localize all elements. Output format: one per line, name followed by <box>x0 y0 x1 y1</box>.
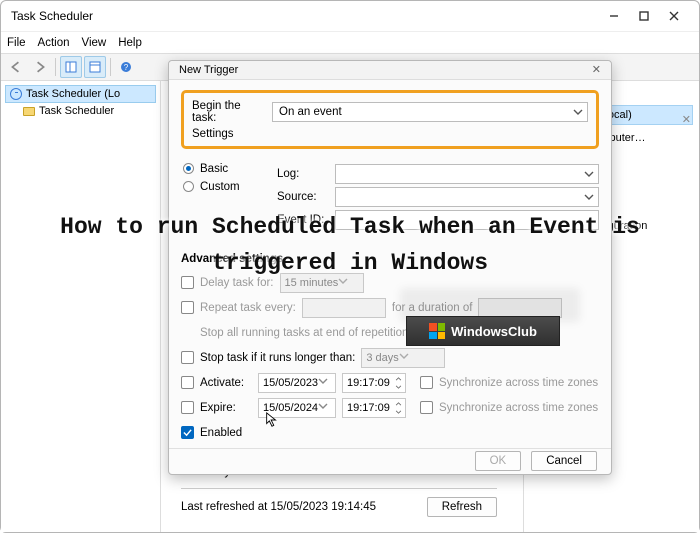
radio-basic[interactable]: Basic <box>183 163 269 175</box>
stop-if-value-select[interactable]: 3 days <box>361 348 445 368</box>
divider <box>181 488 497 489</box>
repeat-label: Repeat task every: <box>200 302 296 314</box>
menu-view[interactable]: View <box>82 37 107 49</box>
radio-custom[interactable]: Custom <box>183 181 269 193</box>
sync-tz-checkbox-2[interactable] <box>420 401 433 414</box>
last-refreshed: Last refreshed at 15/05/2023 19:14:45 <box>181 501 376 513</box>
sync-tz-checkbox-1[interactable] <box>420 376 433 389</box>
scheduler-icon <box>10 88 22 100</box>
brand-badge: WindowsClub <box>406 316 560 346</box>
tree-child-label: Task Scheduler <box>39 105 114 117</box>
toolbar-divider <box>110 58 111 76</box>
expire-label: Expire: <box>200 402 252 414</box>
delay-checkbox[interactable] <box>181 276 194 289</box>
close-button[interactable] <box>659 4 689 28</box>
spinner-icon[interactable] <box>392 375 404 392</box>
window-title: Task Scheduler <box>11 9 93 23</box>
tree-child-library[interactable]: Task Scheduler <box>5 103 156 119</box>
nav-fwd-button[interactable] <box>29 56 51 78</box>
activate-checkbox[interactable] <box>181 376 194 389</box>
settings-label: Settings <box>192 128 588 140</box>
enabled-label: Enabled <box>200 427 242 439</box>
source-select[interactable] <box>335 187 599 207</box>
sync-tz-label-2: Synchronize across time zones <box>439 402 598 414</box>
toolbar-divider <box>55 58 56 76</box>
mouse-cursor-icon <box>265 412 279 431</box>
svg-text:?: ? <box>124 63 129 72</box>
folder-icon <box>23 107 35 116</box>
chevron-down-icon <box>584 169 594 182</box>
minimize-button[interactable] <box>599 4 629 28</box>
menu-file[interactable]: File <box>7 37 26 49</box>
chevron-down-icon <box>318 401 328 414</box>
tree-root[interactable]: Task Scheduler (Lo <box>5 85 156 103</box>
dialog-close-icon[interactable]: ✕ <box>592 63 601 76</box>
tree-root-label: Task Scheduler (Lo <box>26 88 120 100</box>
expire-time-input[interactable]: 19:17:09 <box>342 398 406 418</box>
menu-action[interactable]: Action <box>38 37 70 49</box>
activate-date-input[interactable]: 15/05/2023 <box>258 373 336 393</box>
repeat-duration-select[interactable] <box>478 298 562 318</box>
delay-label: Delay task for: <box>200 277 274 289</box>
chevron-down-icon <box>318 376 328 389</box>
menu-help[interactable]: Help <box>118 37 142 49</box>
event-id-input[interactable] <box>335 210 599 230</box>
nav-back-button[interactable] <box>5 56 27 78</box>
radio-dot-off <box>183 181 194 192</box>
repeat-checkbox[interactable] <box>181 301 194 314</box>
event-id-label: Event ID: <box>277 214 329 226</box>
actions-close-icon[interactable]: ✕ <box>682 113 691 126</box>
spinner-icon[interactable] <box>392 400 404 417</box>
radio-dot-on <box>183 163 194 174</box>
source-label: Source: <box>277 191 329 203</box>
activate-label: Activate: <box>200 377 252 389</box>
begin-task-highlight: Begin the task: On an event Settings <box>181 90 599 149</box>
log-select[interactable] <box>335 164 599 184</box>
new-trigger-dialog: New Trigger ✕ Begin the task: On an even… <box>168 60 612 475</box>
begin-task-label: Begin the task: <box>192 100 266 124</box>
begin-task-select[interactable]: On an event <box>272 102 588 122</box>
chevron-down-icon <box>584 192 594 205</box>
delay-value-select[interactable]: 15 minutes <box>280 273 364 293</box>
repeat-for-label: for a duration of <box>392 302 473 314</box>
stop-if-checkbox[interactable] <box>181 351 194 364</box>
dialog-title: New Trigger <box>179 64 238 76</box>
toolbar-view2[interactable] <box>84 56 106 78</box>
repeat-interval-select[interactable] <box>302 298 386 318</box>
maximize-button[interactable] <box>629 4 659 28</box>
windows-flag-icon <box>429 323 445 339</box>
cancel-button[interactable]: Cancel <box>531 451 597 471</box>
chevron-down-icon <box>573 107 583 120</box>
chevron-down-icon <box>399 351 409 364</box>
stop-if-label: Stop task if it runs longer than: <box>200 352 355 364</box>
chevron-down-icon <box>338 276 348 289</box>
activate-time-input[interactable]: 19:17:09 <box>342 373 406 393</box>
ok-button[interactable]: OK <box>475 451 522 471</box>
toolbar-help-button[interactable]: ? <box>115 56 137 78</box>
advanced-settings-label: Advanced settings <box>181 253 599 265</box>
enabled-checkbox[interactable] <box>181 426 194 439</box>
log-label: Log: <box>277 168 329 180</box>
toolbar-view1[interactable] <box>60 56 82 78</box>
sync-tz-label-1: Synchronize across time zones <box>439 377 598 389</box>
refresh-button[interactable]: Refresh <box>427 497 497 517</box>
expire-checkbox[interactable] <box>181 401 194 414</box>
